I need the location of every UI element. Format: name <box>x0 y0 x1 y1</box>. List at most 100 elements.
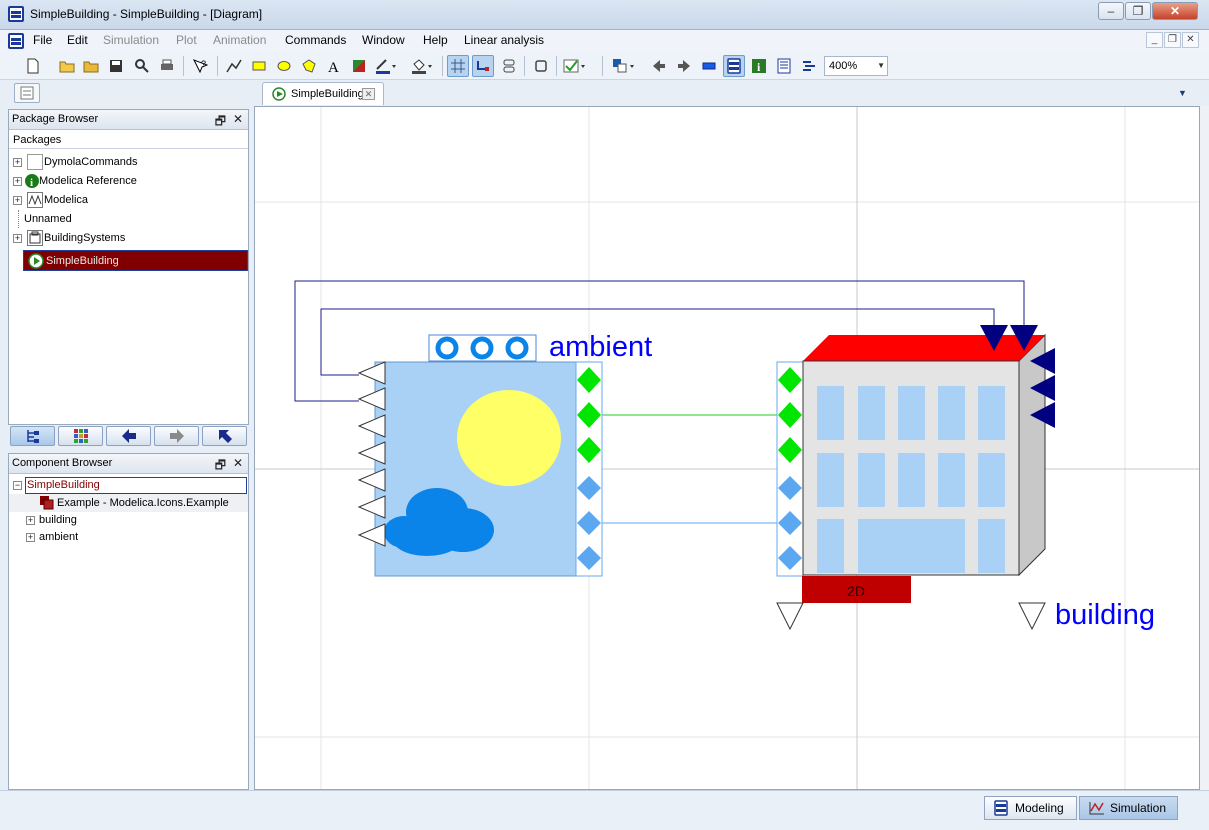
menu-window[interactable]: Window <box>362 33 405 47</box>
building-component[interactable]: 2D <box>776 325 1055 631</box>
ambient-heat-ports[interactable] <box>577 367 601 463</box>
modeling-mode-button[interactable]: Modeling <box>984 796 1077 820</box>
equation-icon[interactable] <box>798 55 820 77</box>
building-side-inputs[interactable] <box>1030 348 1055 428</box>
minimize-button[interactable]: – <box>1098 2 1124 20</box>
new-icon[interactable] <box>22 55 44 77</box>
open-folder-icon[interactable] <box>80 55 102 77</box>
tree-item-dymolacommands[interactable]: + DymolaCommands <box>9 153 248 171</box>
grid-view-button[interactable] <box>58 426 103 446</box>
mdi-close-button[interactable]: ✕ <box>1182 32 1199 48</box>
grid-icon[interactable] <box>447 55 469 77</box>
tree-item-unnamed[interactable]: Unnamed <box>9 210 248 228</box>
expand-icon[interactable]: + <box>26 533 35 542</box>
menu-help[interactable]: Help <box>423 33 448 47</box>
close-button[interactable]: ✕ <box>1152 2 1198 20</box>
diagram-view-icon[interactable] <box>723 55 745 77</box>
tree-item-label: building <box>39 514 77 526</box>
expand-icon[interactable]: + <box>13 177 22 186</box>
ambient-top-port[interactable] <box>505 336 529 360</box>
menu-simulation[interactable]: Simulation <box>103 33 159 47</box>
menu-commands[interactable]: Commands <box>285 33 346 47</box>
diagram-svg[interactable]: ambient 2D building <box>255 107 1199 789</box>
back-icon[interactable] <box>648 55 670 77</box>
component-browser-title: Component Browser <box>12 457 113 469</box>
document-icon[interactable] <box>8 33 24 49</box>
menu-file[interactable]: File <box>33 33 52 47</box>
tab-list-chevron-icon[interactable]: ▼ <box>1178 88 1187 98</box>
menu-plot[interactable]: Plot <box>176 33 197 47</box>
fill-color-icon[interactable] <box>410 55 432 77</box>
rectangle-icon[interactable] <box>248 55 270 77</box>
line-color-icon[interactable] <box>374 55 396 77</box>
mdi-restore-button[interactable]: ❐ <box>1164 32 1181 48</box>
mdi-minimize-button[interactable]: _ <box>1146 32 1163 48</box>
undock-icon[interactable]: 🗗 <box>215 112 226 133</box>
modeling-icon <box>994 800 1008 816</box>
expand-icon[interactable]: + <box>26 516 35 525</box>
context-help-icon[interactable]: ? <box>189 55 211 77</box>
forward-icon[interactable] <box>673 55 695 77</box>
close-tab-icon[interactable]: ✕ <box>362 88 375 100</box>
ambient-top-port[interactable] <box>435 336 459 360</box>
menu-edit[interactable]: Edit <box>67 33 88 47</box>
save-icon[interactable] <box>105 55 127 77</box>
expand-icon[interactable]: + <box>13 196 22 205</box>
tab-simplebuilding[interactable]: SimpleBuilding ✕ <box>262 82 384 105</box>
component-item-ambient[interactable]: + ambient <box>9 528 248 546</box>
tree-item-modelica-reference[interactable]: + i Modelica Reference <box>9 172 248 190</box>
nav-back-button[interactable] <box>106 426 151 446</box>
icon-layer-icon[interactable] <box>698 55 720 77</box>
building-output-port[interactable] <box>1018 602 1046 631</box>
collapse-icon[interactable]: − <box>13 481 22 490</box>
building-fluid-ports[interactable] <box>778 476 802 570</box>
zoom-select[interactable]: 400% ▼ <box>824 56 888 76</box>
building-heat-ports[interactable] <box>778 367 802 463</box>
open-icon[interactable] <box>56 55 78 77</box>
nav-forward-button[interactable] <box>154 426 199 446</box>
tree-item-buildingsystems[interactable]: + BuildingSystems <box>9 229 248 247</box>
text-icon[interactable]: A <box>323 55 345 77</box>
up-left-arrow-icon <box>218 430 232 443</box>
tree-view-button[interactable] <box>10 426 55 446</box>
building-output-port[interactable] <box>776 602 804 631</box>
connect-mode-icon[interactable] <box>472 55 494 77</box>
component-item-simplebuilding[interactable]: − SimpleBuilding <box>9 476 248 494</box>
library-window-button[interactable] <box>14 83 40 103</box>
packages-column-header[interactable]: Packages <box>9 131 248 149</box>
bitmap-icon[interactable] <box>348 55 370 77</box>
line-icon[interactable] <box>223 55 245 77</box>
component-item-example[interactable]: Example - Modelica.Icons.Example <box>9 494 248 512</box>
print-icon[interactable] <box>156 55 178 77</box>
simulation-mode-button[interactable]: Simulation <box>1079 796 1178 820</box>
diagram-canvas[interactable]: ambient 2D building <box>254 106 1200 790</box>
info-layer-icon[interactable]: i <box>748 55 770 77</box>
ambient-top-port[interactable] <box>470 336 494 360</box>
expand-icon[interactable]: + <box>13 158 22 167</box>
component-item-building[interactable]: + building <box>9 511 248 529</box>
svg-text:?: ? <box>201 59 206 69</box>
align-icon[interactable] <box>498 55 520 77</box>
polygon-icon[interactable] <box>298 55 320 77</box>
restore-button[interactable]: ❐ <box>1125 2 1151 20</box>
expand-icon[interactable]: + <box>13 234 22 243</box>
check-box-icon[interactable] <box>530 55 552 77</box>
menu-animation[interactable]: Animation <box>213 33 266 47</box>
diagram-layer-icon[interactable] <box>612 55 634 77</box>
modeling-label: Modeling <box>1015 801 1064 815</box>
ambient-fluid-ports[interactable] <box>577 476 601 570</box>
tree-item-modelica[interactable]: + Modelica <box>9 191 248 209</box>
ambient-component[interactable] <box>357 334 603 577</box>
check-icon[interactable] <box>563 55 585 77</box>
find-icon[interactable] <box>131 55 153 77</box>
tree-item-simplebuilding[interactable]: SimpleBuilding <box>23 250 248 271</box>
ellipse-icon[interactable] <box>273 55 295 77</box>
nav-up-button[interactable] <box>202 426 247 446</box>
close-icon[interactable]: ✕ <box>233 112 243 126</box>
close-icon[interactable]: ✕ <box>233 456 243 470</box>
building-label: building <box>1055 599 1155 631</box>
undock-icon[interactable]: 🗗 <box>215 456 226 477</box>
documentation-icon[interactable] <box>773 55 795 77</box>
tree-icon <box>26 430 39 443</box>
menu-linear-analysis[interactable]: Linear analysis <box>464 33 544 47</box>
